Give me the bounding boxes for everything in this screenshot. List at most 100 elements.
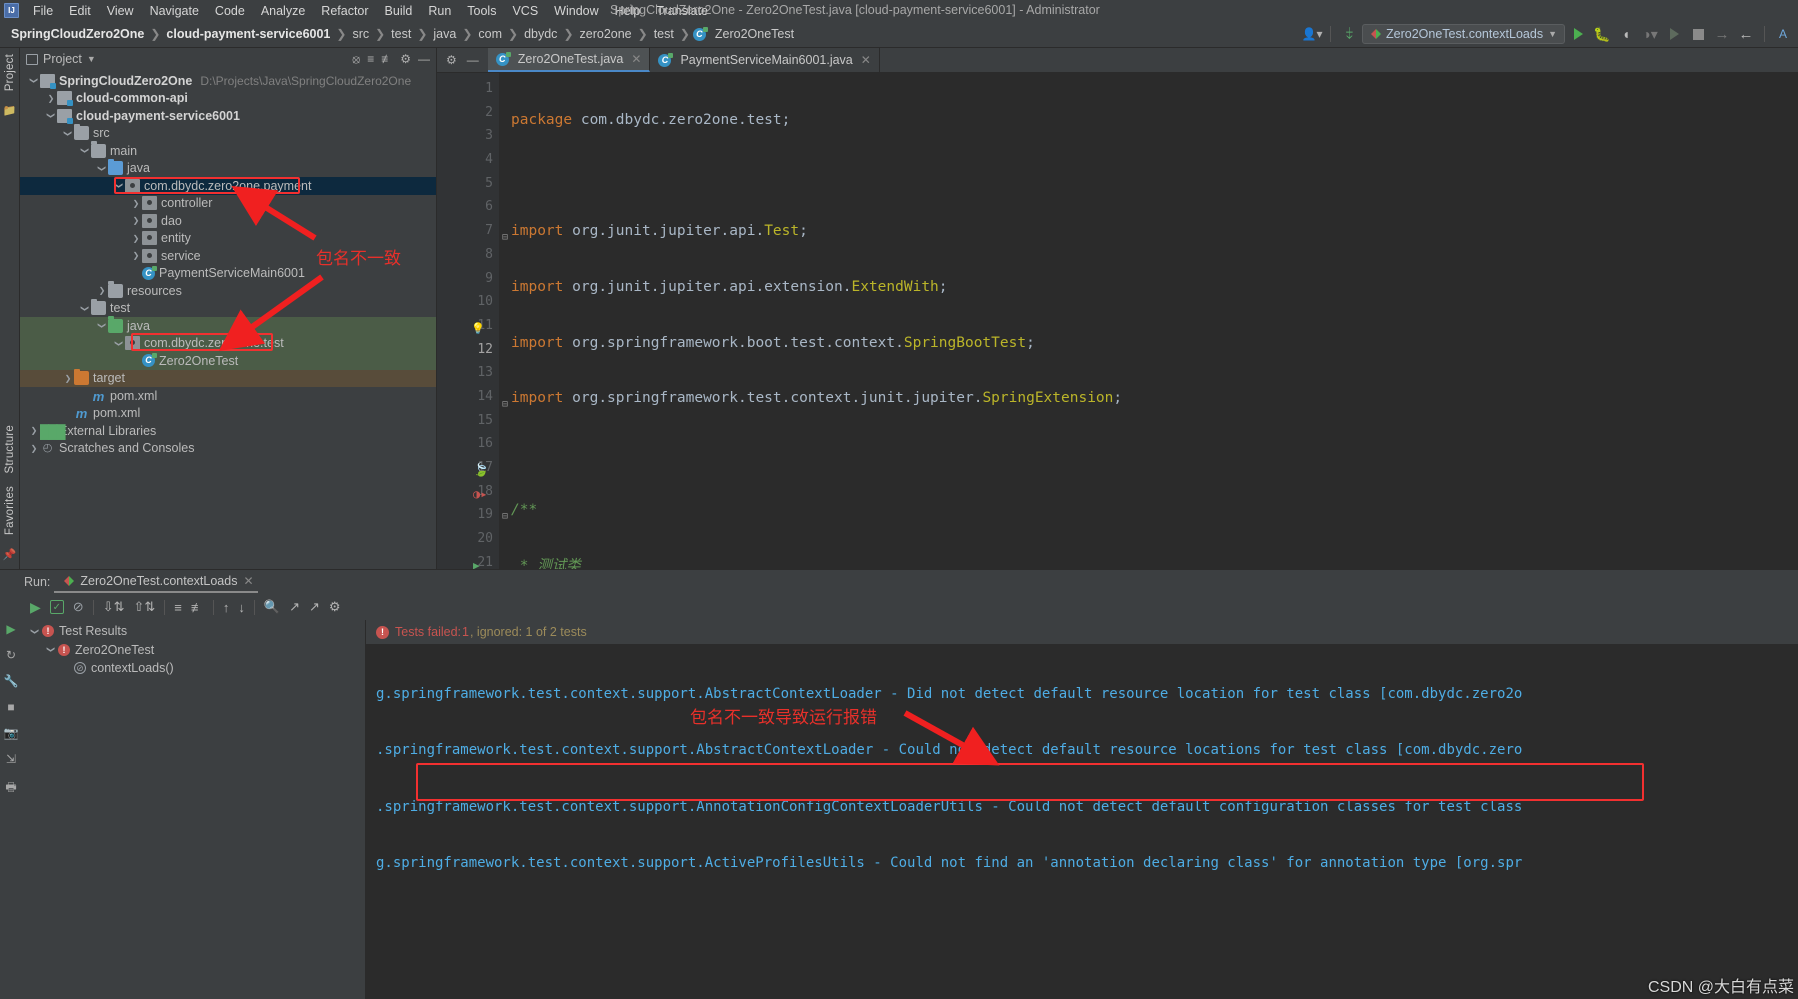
close-icon[interactable]: ✕ (243, 574, 253, 588)
gutter-line-number[interactable]: 20 (437, 527, 499, 551)
build-hammer-icon[interactable]: ⤈ (1338, 24, 1360, 44)
run-configuration-selector[interactable]: Zero2OneTest.contextLoads ▼ (1362, 24, 1565, 44)
show-ignored-toggle[interactable]: ⊘ (73, 599, 84, 615)
sidebar-tab-project[interactable]: Project (4, 48, 16, 97)
menu-file[interactable]: File (25, 2, 61, 20)
settings-gear-icon[interactable]: ⚙ (446, 53, 457, 67)
tree-row[interactable]: ❯ src (20, 123, 436, 143)
tree-expand-arrow-icon[interactable]: ❯ (81, 302, 90, 314)
rerun-button[interactable] (1663, 24, 1685, 44)
run-test-method-icon[interactable]: ▶ (473, 554, 480, 569)
sort-by-duration-icon[interactable]: ⇧⇅ (133, 599, 155, 615)
test-tree-row[interactable]: ❯! Zero2OneTest (22, 641, 365, 660)
tree-expand-arrow-icon[interactable]: ❯ (28, 444, 40, 453)
pin-icon[interactable]: 📌 (3, 547, 17, 561)
tree-expand-arrow-icon[interactable]: ❯ (115, 180, 124, 192)
profile-button[interactable]: ◑▾ (1639, 24, 1661, 44)
breadcrumb-item-project[interactable]: SpringCloudZero2One (6, 26, 149, 42)
rerun-failed-icon[interactable]: ↻ (6, 648, 16, 662)
back-arrow-icon[interactable]: ← (1735, 24, 1757, 44)
tree-expand-arrow-icon[interactable]: ❯ (64, 127, 73, 139)
export-icon[interactable]: ⇲ (6, 752, 16, 766)
settings-gear-icon[interactable]: ⚙ (329, 599, 341, 615)
breadcrumb-item-class[interactable]: Zero2OneTest (710, 26, 799, 42)
tree-expand-arrow-icon[interactable]: ❯ (81, 145, 90, 157)
collapse-all-icon[interactable]: ≢ (191, 600, 204, 615)
gutter-line-number[interactable]: 🍃 17 (437, 456, 499, 480)
gutter-line-number[interactable]: 19 (437, 503, 499, 527)
breadcrumb-item-com[interactable]: com (473, 26, 507, 42)
sidebar-tab-favorites[interactable]: Favorites (4, 480, 16, 541)
print-icon[interactable]: 🖶 (5, 778, 16, 799)
tree-row[interactable]: ❯ main (20, 141, 436, 160)
locate-file-icon[interactable]: ⦻ (352, 52, 360, 67)
sidebar-tab-structure[interactable]: Structure (4, 419, 16, 479)
tree-row[interactable]: m pom.xml (20, 405, 436, 423)
open-in-browser-icon[interactable]: ↗ (309, 599, 320, 615)
gutter-line-number[interactable]: 10 (437, 290, 499, 314)
chevron-down-icon[interactable]: ▼ (87, 54, 96, 64)
menu-edit[interactable]: Edit (61, 2, 99, 20)
gutter-line-number[interactable]: 7 (437, 219, 499, 243)
tree-row[interactable]: ❯ test (20, 298, 436, 318)
close-icon[interactable]: ✕ (631, 52, 641, 66)
tree-row[interactable]: ❯ target (20, 368, 436, 387)
tree-row[interactable]: ❯ com.dbydc.zero2one.payment (20, 177, 436, 195)
tree-row[interactable]: ❯ com.dbydc.zero2one.test (20, 334, 436, 352)
gutter-line-number[interactable]: 6 (437, 195, 499, 219)
breadcrumb-item-zero2one[interactable]: zero2one (575, 26, 637, 42)
sort-alphabetically-icon[interactable]: ⇩⇅ (103, 599, 125, 615)
hide-panel-icon[interactable]: — (418, 52, 430, 67)
gutter-line-number[interactable]: 2 (437, 101, 499, 125)
gutter-line-number[interactable]: 4 (437, 148, 499, 172)
gutter-line-number[interactable]: 5 (437, 172, 499, 196)
menu-code[interactable]: Code (207, 2, 253, 20)
tree-row[interactable]: C Zero2OneTest (20, 352, 436, 370)
breadcrumb-item-src[interactable]: src (347, 26, 374, 42)
tree-expand-arrow-icon[interactable]: ❯ (62, 374, 74, 383)
test-tree-row[interactable]: ❯! Test Results (22, 622, 365, 641)
stop-icon[interactable]: ■ (7, 700, 14, 714)
tree-row[interactable]: ❯ ◴ Scratches and Consoles (20, 440, 436, 458)
search-everywhere-icon[interactable]: A (1772, 24, 1794, 44)
tree-row[interactable]: ❯ java (20, 316, 436, 335)
tree-row[interactable]: ❯ java (20, 158, 436, 178)
breadcrumb-item-dbydc[interactable]: dbydc (519, 26, 562, 42)
console-output[interactable]: g.springframework.test.context.support.A… (366, 644, 1798, 999)
tree-row[interactable]: ❯ dao (20, 212, 436, 230)
breadcrumb-item-test[interactable]: test (386, 26, 416, 42)
tree-row[interactable]: m pom.xml (20, 387, 436, 405)
stop-button[interactable] (1687, 24, 1709, 44)
tree-expand-arrow-icon[interactable]: ❯ (31, 624, 40, 638)
test-results-tree[interactable]: ❯! Test Results ❯! Zero2OneTest ⊘ contextLoad… (22, 620, 366, 999)
menu-tools[interactable]: Tools (459, 2, 504, 20)
tree-expand-arrow-icon[interactable]: ❯ (45, 94, 57, 103)
debug-button[interactable]: 🐛 (1591, 24, 1613, 44)
settings-gear-icon[interactable]: ⚙ (400, 52, 411, 67)
menu-analyze[interactable]: Analyze (253, 2, 313, 20)
run-play-icon[interactable]: ▶ (30, 599, 41, 616)
menu-window[interactable]: Window (546, 2, 606, 20)
gutter-line-number[interactable]: ◑▸ 18 (437, 480, 499, 504)
expand-all-icon[interactable]: ≡ (367, 52, 374, 67)
gutter-line-number[interactable]: 12 (437, 338, 499, 362)
run-tab-contextloads[interactable]: Zero2OneTest.contextLoads ✕ (54, 574, 258, 593)
breadcrumb-item-testpkg[interactable]: test (649, 26, 679, 42)
tree-expand-arrow-icon[interactable]: ❯ (98, 162, 107, 174)
tree-expand-arrow-icon[interactable]: ❯ (30, 75, 39, 87)
tree-expand-arrow-icon[interactable]: ❯ (28, 426, 40, 435)
menu-run[interactable]: Run (420, 2, 459, 20)
show-passed-toggle[interactable]: ✓ (49, 600, 64, 614)
menu-view[interactable]: View (99, 2, 142, 20)
tree-row[interactable]: ❯ cloud-payment-service6001 (20, 107, 436, 125)
gutter-line-number[interactable]: 16 (437, 432, 499, 456)
tree-expand-arrow-icon[interactable]: ❯ (130, 234, 142, 243)
step-over-icon[interactable]: → (1711, 24, 1733, 44)
source-code[interactable]: package com.dbydc.zero2one.test; ⊟ import… (499, 73, 1798, 569)
scroll-up-icon[interactable]: ↑ (223, 600, 230, 615)
tree-expand-arrow-icon[interactable]: ❯ (47, 643, 56, 657)
tree-expand-arrow-icon[interactable]: ❯ (115, 337, 124, 349)
camera-icon[interactable]: 📷 (4, 726, 19, 740)
tree-expand-arrow-icon[interactable]: ❯ (96, 286, 108, 295)
editor-gutter[interactable]: 1 2 3 4 5 6 7 8 9 10 💡 11 12 13 14 15 16 🍃 17 ◑▸ 18 19 20 ▶ 21 (437, 73, 499, 569)
